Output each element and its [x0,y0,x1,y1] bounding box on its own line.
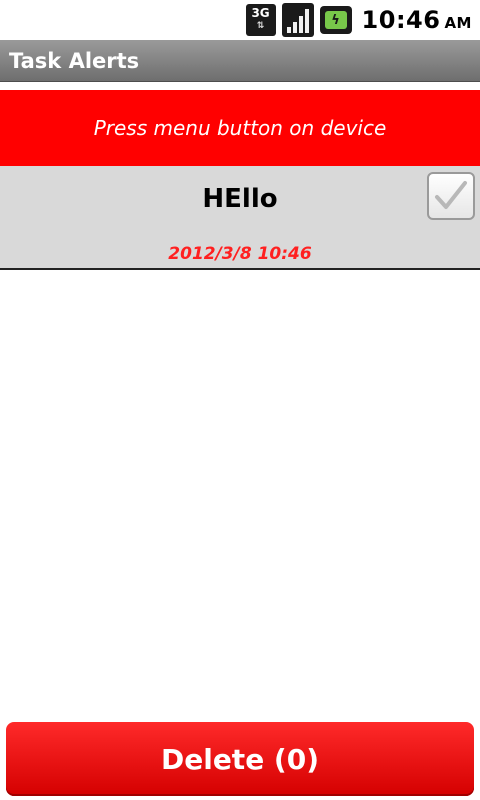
hint-banner: Press menu button on device [0,90,480,166]
battery-icon: ϟ [319,6,352,34]
checkmark-icon [435,181,467,209]
delete-button[interactable]: Delete (0) [6,722,474,796]
task-list-item[interactable]: HEllo 2012/3/8 10:46 [0,166,480,270]
status-bar: 3G ⇅ ϟ 10:46 AM [0,0,480,40]
clock-ampm: AM [444,14,472,32]
task-datetime: 2012/3/8 10:46 [168,244,312,264]
network-3g-icon: 3G ⇅ [245,4,276,36]
hint-text: Press menu button on device [93,116,387,140]
app-title-bar: Task Alerts [0,40,480,82]
app-title: Task Alerts [9,48,140,73]
task-title: HEllo [202,184,278,214]
status-clock: 10:46 AM [362,6,472,34]
task-checkbox[interactable] [427,172,475,220]
clock-time: 10:46 [361,6,441,34]
network-label: 3G [251,6,270,20]
signal-icon [281,3,314,37]
